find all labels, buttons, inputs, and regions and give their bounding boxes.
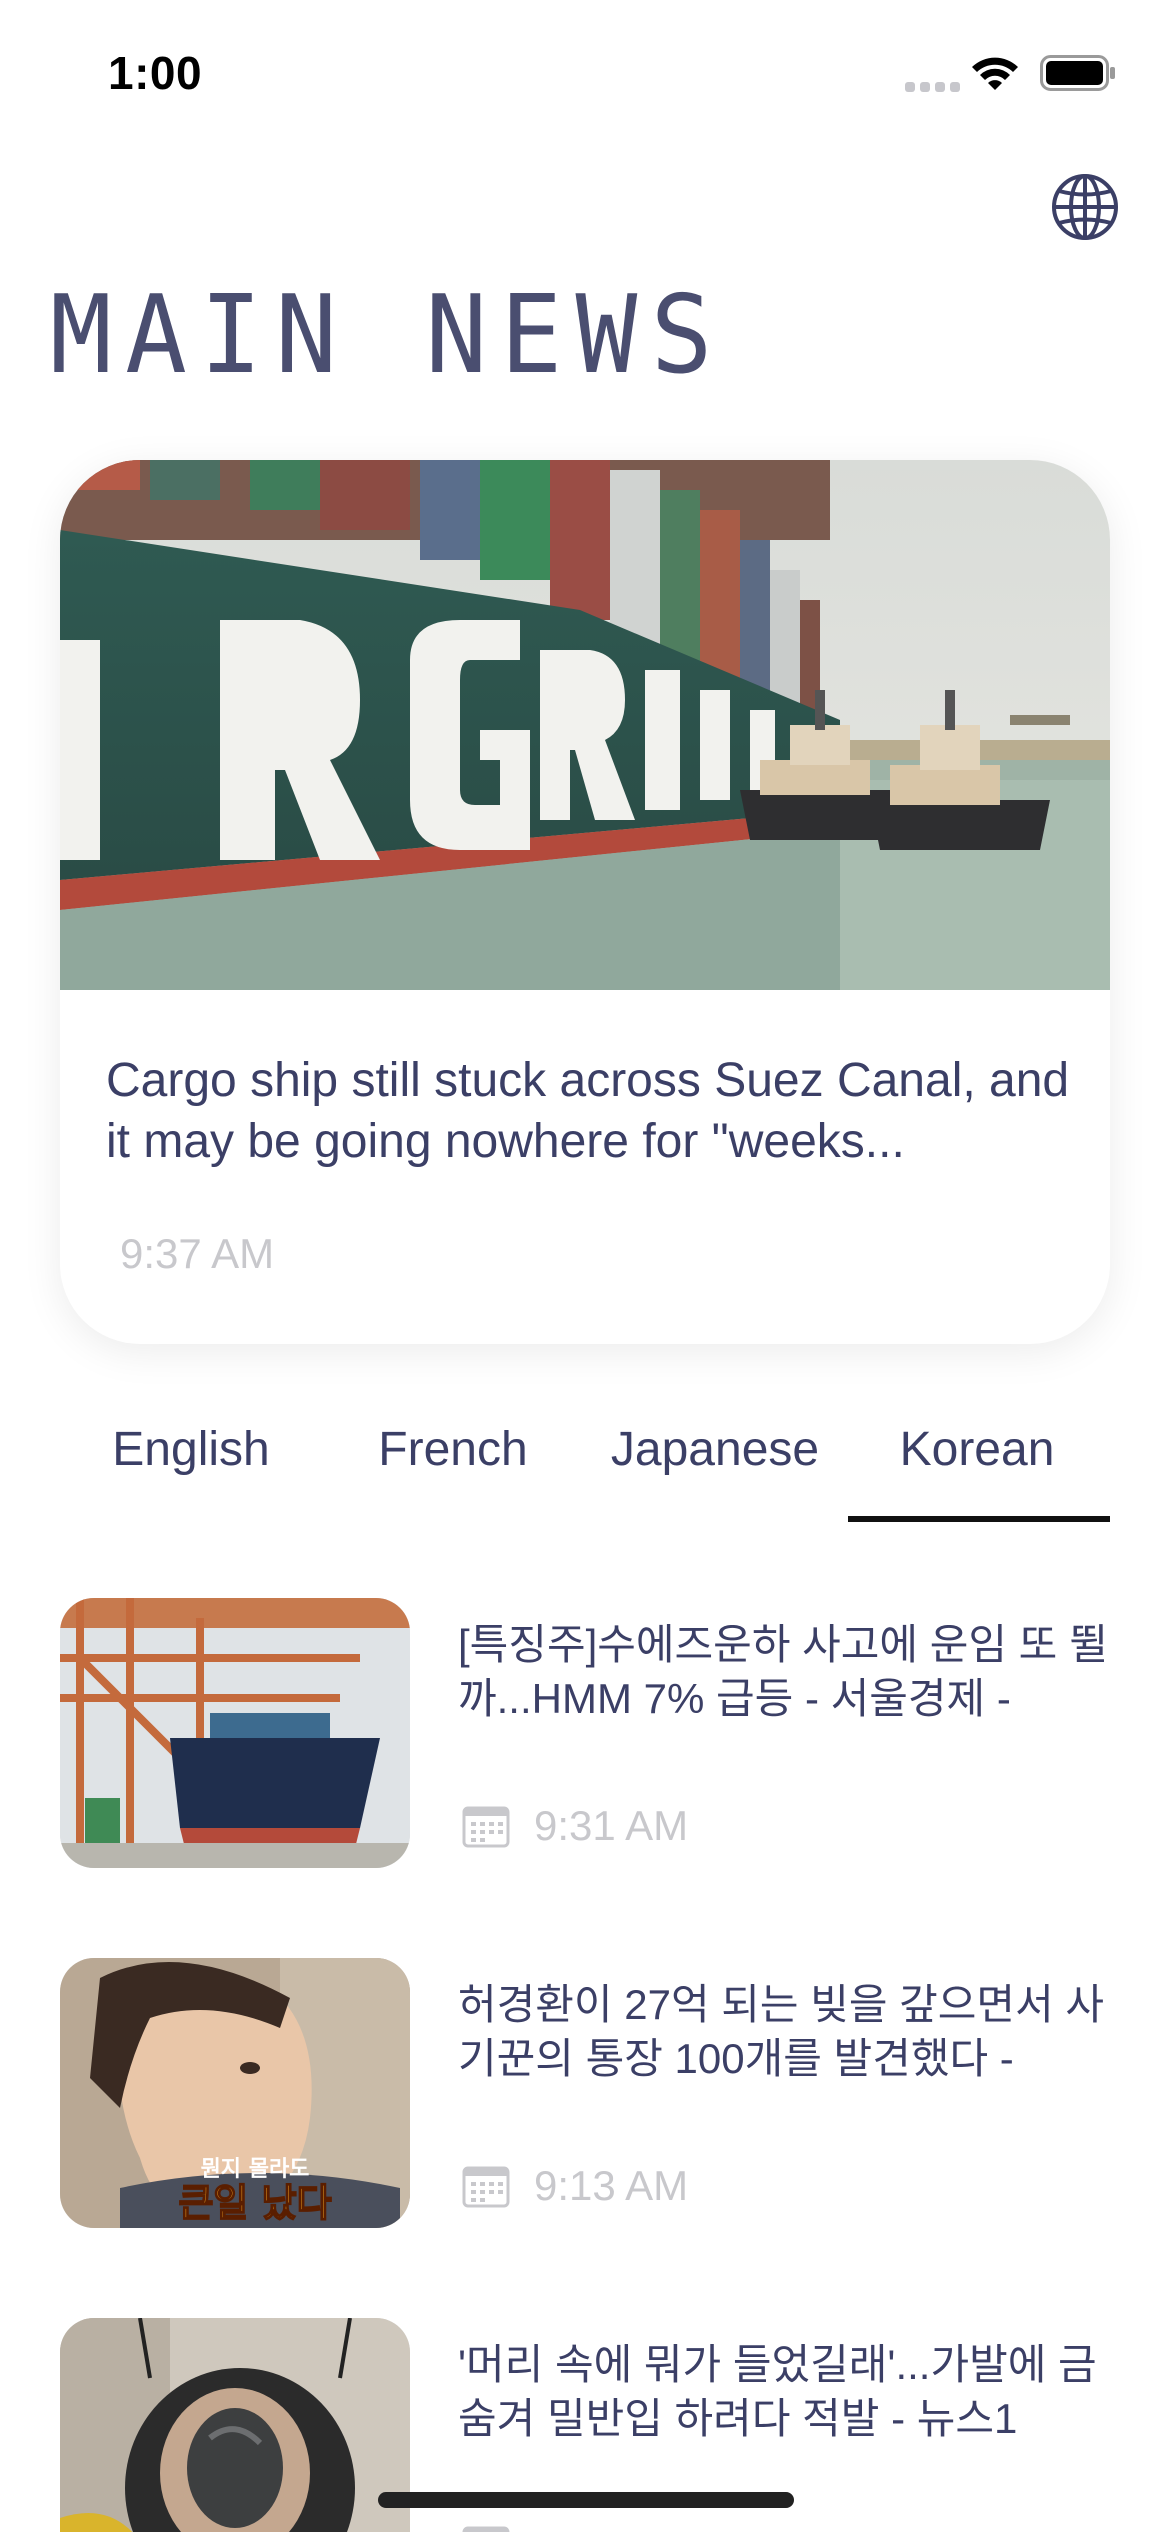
calendar-icon — [462, 2166, 510, 2208]
tab-japanese[interactable]: Japanese — [584, 1408, 846, 1524]
calendar-icon — [462, 2526, 510, 2532]
featured-news-card[interactable]: Cargo ship still stuck across Suez Canal… — [60, 460, 1110, 1344]
news-thumbnail: 뭔지 몰라도 큰일 났다 — [60, 1958, 410, 2228]
thumb-caption-bottom: 큰일 났다 — [178, 2181, 331, 2225]
news-time: 9:31 AM — [534, 1802, 689, 1849]
calendar-icon — [462, 1806, 510, 1848]
featured-news-image — [60, 460, 1110, 990]
news-title: '머리 속에 뭐가 들었길래'...가발에 금 숨겨 밀반입 하려다 적발 - … — [458, 2341, 1097, 2442]
thumb-caption-top: 뭔지 몰라도 — [201, 2157, 310, 2182]
status-time: 1:00 — [108, 47, 203, 99]
home-indicator[interactable] — [378, 2492, 794, 2508]
news-thumbnail — [60, 1598, 410, 1868]
featured-time: 9:37 AM — [120, 1230, 275, 1277]
battery-icon — [1040, 55, 1115, 91]
page-title: MAIN NEWS — [50, 273, 726, 398]
app-screen: 1:00 MAIN NEWS Cargo ship still stuck ac… — [0, 0, 1170, 2532]
list-item[interactable]: [특징주]수에즈운하 사고에 운임 또 뛸까...HMM 7% 급등 - 서울경… — [60, 1598, 1110, 1868]
list-item[interactable]: 뭔지 몰라도 큰일 났다 허경환이 27억 되는 빚을 갚으면서 사기꾼의 통장… — [60, 1958, 1110, 2228]
featured-headline: Cargo ship still stuck across Suez Canal… — [106, 1054, 1070, 1168]
tab-selected-indicator — [848, 1516, 1110, 1522]
wifi-icon — [972, 57, 1018, 90]
cellular-signal-icon — [905, 82, 960, 92]
tab-french[interactable]: French — [322, 1408, 584, 1524]
news-title: [특징주]수에즈운하 사고에 운임 또 뛸까...HMM 7% 급등 - 서울경… — [458, 1621, 1108, 1722]
news-time: 9:13 AM — [534, 2162, 689, 2209]
language-tabs: English French Japanese Korean — [60, 1408, 1110, 1524]
tab-english[interactable]: English — [60, 1408, 322, 1524]
globe-icon[interactable] — [1050, 172, 1120, 242]
news-thumbnail — [60, 2318, 410, 2532]
news-title: 허경환이 27억 되는 빚을 갚으면서 사기꾼의 통장 100개를 발견했다 - — [458, 1981, 1105, 2082]
tab-korean[interactable]: Korean — [846, 1408, 1108, 1524]
